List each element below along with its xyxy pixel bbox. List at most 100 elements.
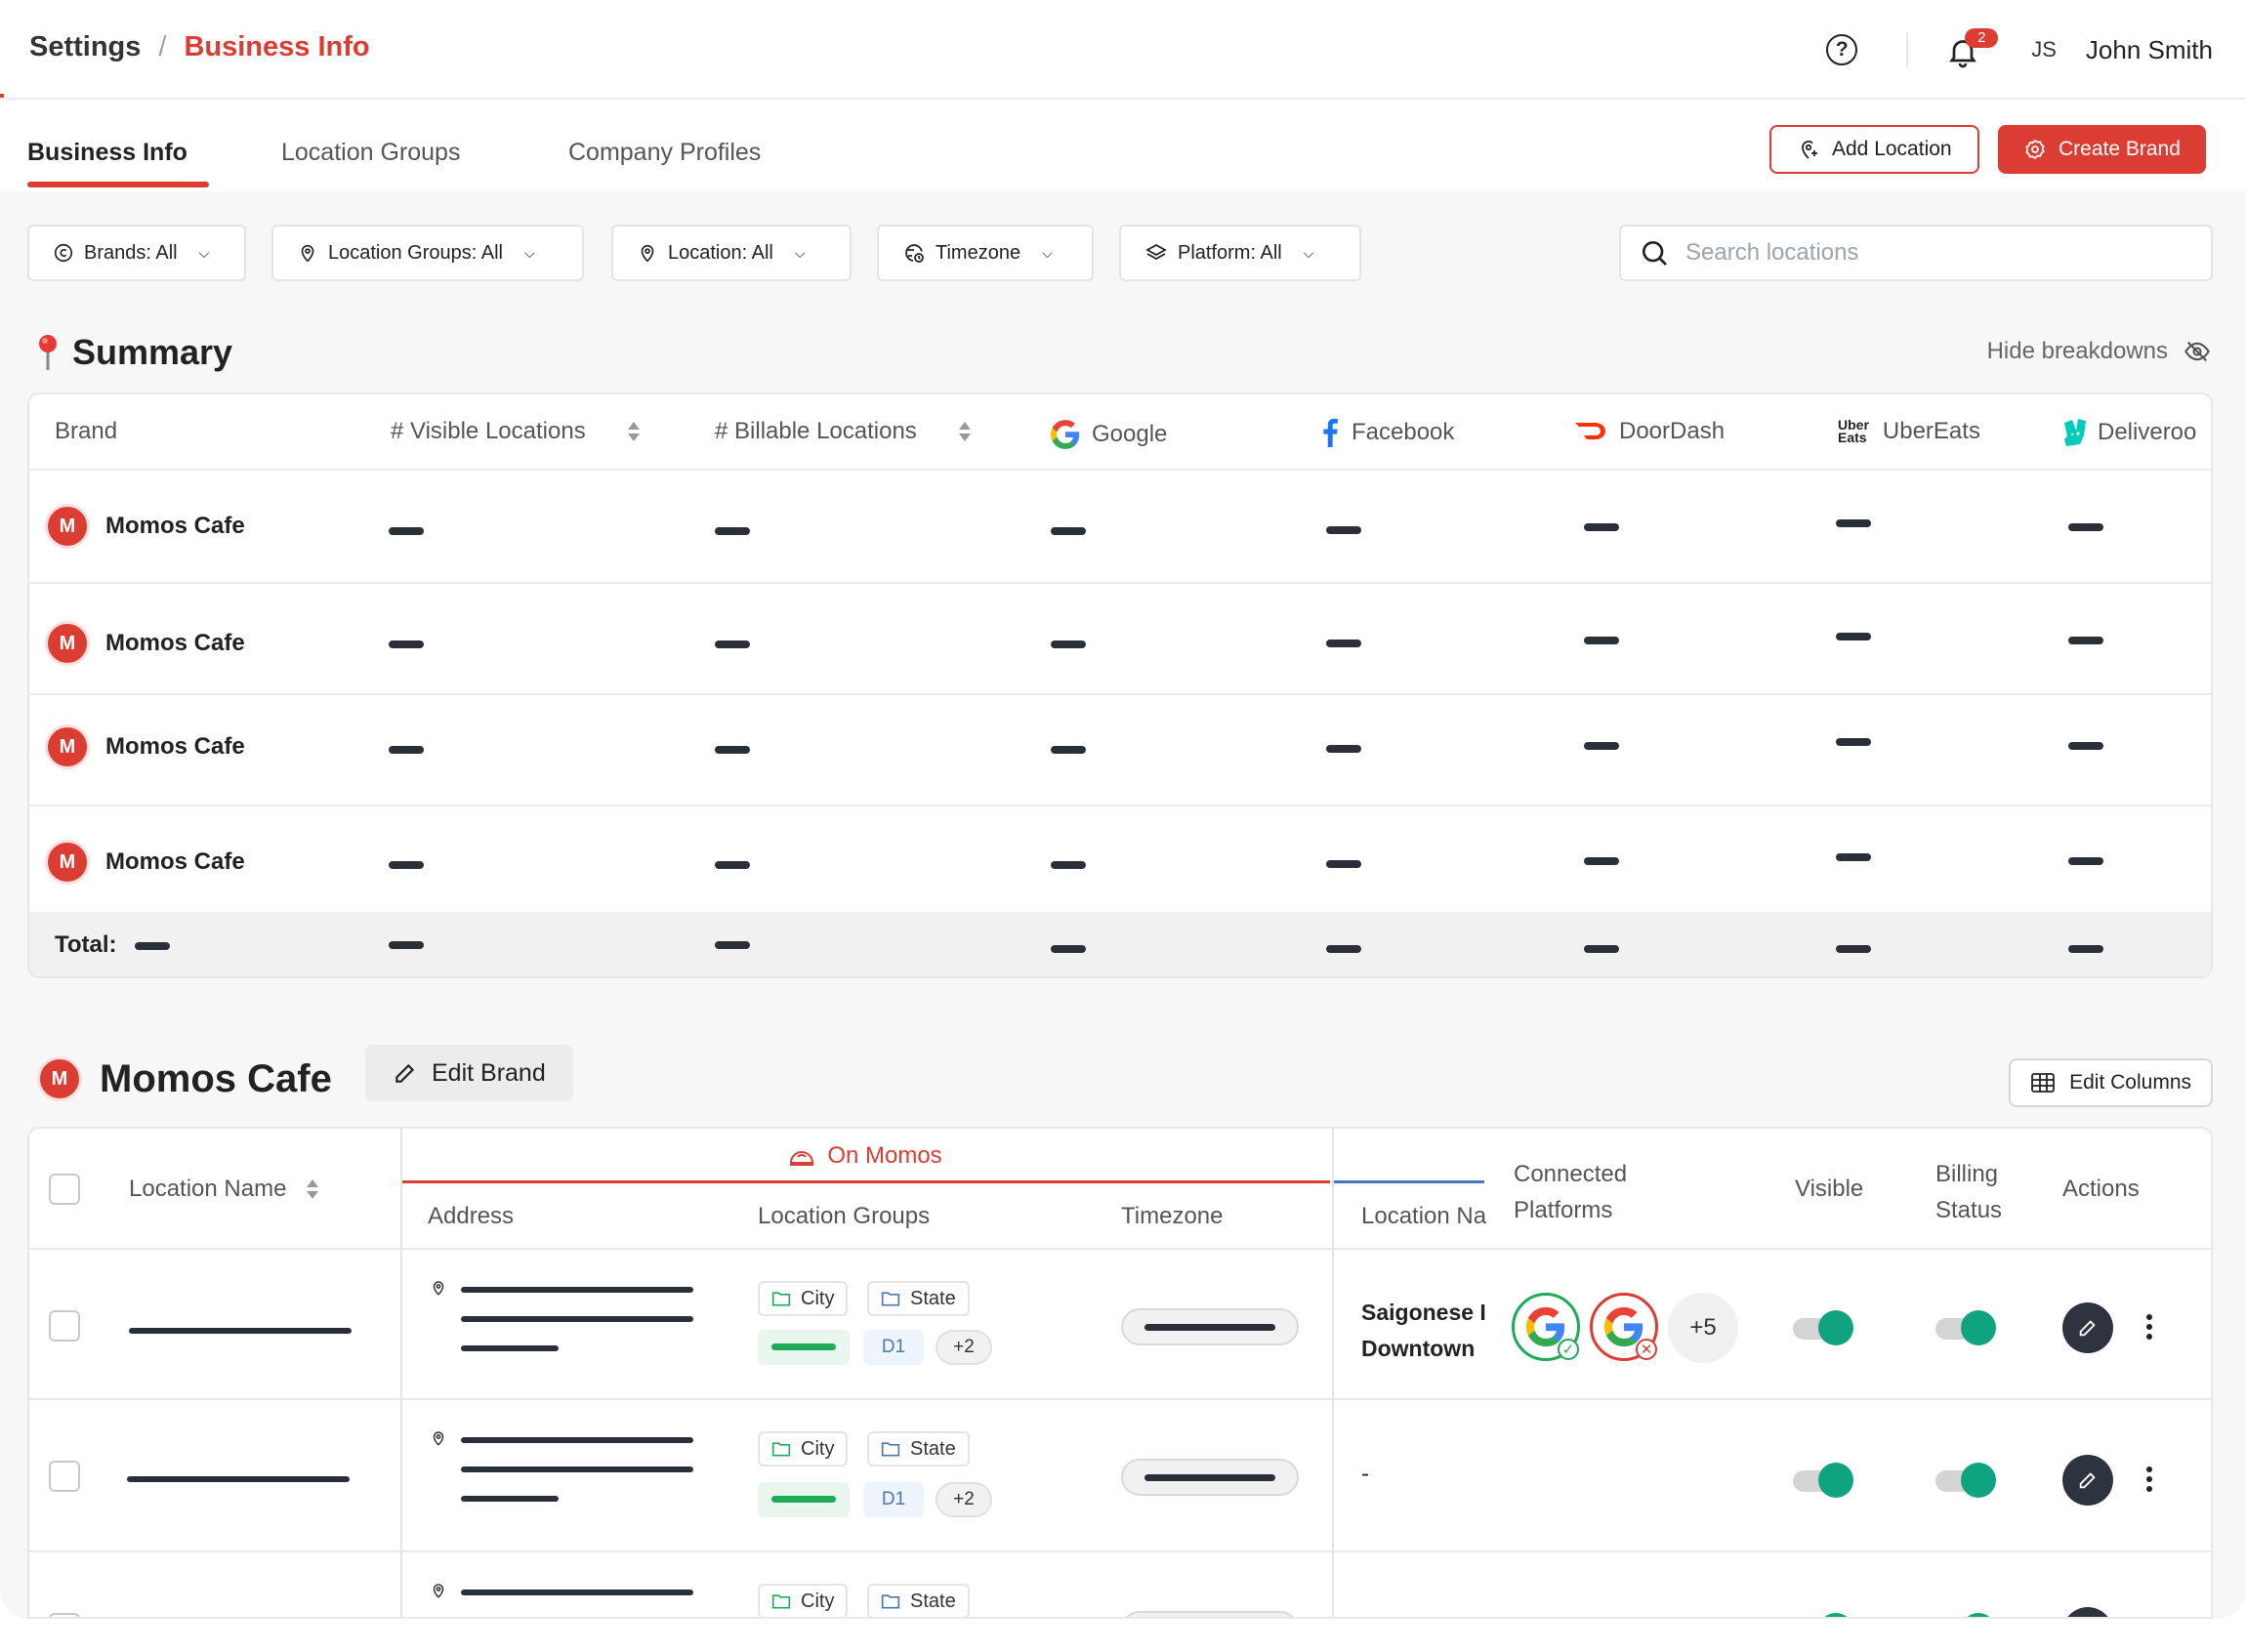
create-brand-button[interactable]: Create Brand — [1998, 125, 2206, 174]
chevron-down-icon: ⌵ — [1042, 244, 1053, 261]
help-icon[interactable]: ? — [1826, 34, 1858, 65]
value-placeholder — [1326, 860, 1361, 868]
value-placeholder — [1584, 945, 1619, 953]
brand-name[interactable]: Momos Cafe — [105, 513, 245, 540]
group-chip-more[interactable]: +2 — [936, 1330, 992, 1365]
breadcrumb-separator: / — [158, 31, 167, 62]
filter-timezone[interactable]: Timezone ⌵ — [877, 225, 1094, 281]
col-location-groups: Location Groups — [758, 1203, 931, 1229]
row-checkbox[interactable] — [49, 1613, 80, 1617]
total-label: Total: — [55, 931, 117, 958]
value-placeholder — [1051, 746, 1086, 754]
sort-icon — [627, 422, 640, 441]
group-chip-label: State — [910, 1437, 956, 1460]
add-location-button[interactable]: Add Location — [1769, 125, 1979, 174]
platform-google-connected[interactable]: ✓ — [1512, 1293, 1580, 1361]
user-name[interactable]: John Smith — [2086, 35, 2213, 65]
col-connected-platforms-line2: Platforms — [1514, 1197, 1613, 1223]
brand-name[interactable]: Momos Cafe — [105, 733, 245, 761]
more-options-icon[interactable] — [2146, 1466, 2152, 1492]
edit-row-button[interactable] — [2062, 1302, 2113, 1353]
chevron-down-icon: ⌵ — [1303, 244, 1314, 261]
ubereats-icon: Uber Eats — [1838, 418, 1869, 444]
search-placeholder: Search locations — [1685, 239, 1859, 266]
row-checkbox[interactable] — [49, 1461, 80, 1492]
col-brand: Brand — [55, 418, 118, 444]
edit-brand-button[interactable]: Edit Brand — [365, 1045, 573, 1101]
filter-brands[interactable]: Brands: All ⌵ — [27, 225, 246, 281]
breadcrumb-current: Business Info — [184, 31, 370, 62]
col-visible-locations[interactable]: # Visible Locations — [391, 418, 643, 445]
hide-breakdowns-label: Hide breakdowns — [1986, 338, 2168, 364]
group-chip-city[interactable]: City — [758, 1584, 849, 1617]
col-connected-platforms-line1: Connected — [1514, 1161, 1628, 1187]
filter-location-groups[interactable]: Location Groups: All ⌵ — [271, 225, 584, 281]
brand-name[interactable]: Momos Cafe — [105, 848, 245, 876]
edit-row-button[interactable] — [2062, 1455, 2113, 1506]
group-chip-state[interactable]: State — [867, 1431, 970, 1466]
brand-name[interactable]: Momos Cafe — [105, 630, 245, 657]
group-chip-d1[interactable]: D1 — [863, 1330, 924, 1365]
tab-location-groups[interactable]: Location Groups — [281, 139, 460, 167]
visible-toggle[interactable] — [1793, 1463, 1853, 1498]
group-chip-d1[interactable]: D1 — [863, 1482, 924, 1517]
row-divider — [29, 1398, 2211, 1400]
platform-google-disconnected[interactable]: ✕ — [1590, 1293, 1658, 1361]
brand-badge-icon — [2025, 139, 2045, 160]
group-chip-city[interactable]: City — [758, 1431, 849, 1466]
sort-icon — [958, 422, 971, 441]
more-options-icon[interactable] — [2146, 1314, 2152, 1340]
visible-toggle[interactable] — [1793, 1310, 1853, 1345]
edit-row-button[interactable] — [2062, 1607, 2113, 1617]
notifications-button[interactable]: 2 — [1945, 28, 1999, 69]
value-placeholder — [1326, 640, 1361, 647]
tab-business-info[interactable]: Business Info — [27, 139, 187, 167]
group-chip-city[interactable]: City — [758, 1281, 849, 1316]
filter-location[interactable]: Location: All ⌵ — [611, 225, 852, 281]
col-billing-status-line1: Billing — [1935, 1161, 1999, 1187]
group-chip-state[interactable]: State — [867, 1281, 970, 1316]
external-location-line1: Saigonese I — [1361, 1300, 1486, 1325]
filter-platform[interactable]: Platform: All ⌵ — [1119, 225, 1361, 281]
edit-brand-label: Edit Brand — [432, 1058, 546, 1087]
col-location-name[interactable]: Location Name — [129, 1176, 321, 1203]
group-chip-green[interactable] — [758, 1330, 850, 1365]
value-placeholder — [1836, 945, 1871, 953]
value-placeholder — [2068, 742, 2103, 750]
value-placeholder — [715, 941, 750, 949]
edit-columns-button[interactable]: Edit Columns — [2009, 1058, 2213, 1107]
select-all-checkbox[interactable] — [49, 1174, 80, 1205]
folder-icon — [881, 1442, 900, 1457]
col-doordash: DoorDash — [1574, 418, 1725, 445]
search-input[interactable]: Search locations — [1619, 225, 2213, 281]
search-icon — [1643, 241, 1667, 266]
col-visible: Visible — [1795, 1176, 1864, 1202]
value-placeholder — [1836, 738, 1871, 746]
x-icon: ✕ — [1636, 1339, 1657, 1360]
group-chip-label: City — [801, 1590, 835, 1612]
group-chip-green[interactable] — [758, 1482, 850, 1517]
user-initials[interactable]: JS — [2031, 37, 2057, 62]
value-placeholder — [1584, 742, 1619, 750]
address-placeholder — [461, 1345, 559, 1351]
copyright-icon — [54, 243, 73, 263]
facebook-icon — [1323, 418, 1338, 447]
group-chip-more[interactable]: +2 — [936, 1482, 992, 1517]
tab-company-profiles[interactable]: Company Profiles — [568, 139, 761, 167]
breadcrumb-settings[interactable]: Settings — [29, 31, 141, 63]
address-placeholder — [461, 1496, 559, 1502]
add-location-icon — [1802, 141, 1817, 159]
brand-cell: M Momos Cafe — [45, 724, 245, 769]
platforms-more[interactable]: +5 — [1668, 1293, 1738, 1363]
col-visible-locations-label: # Visible Locations — [391, 418, 586, 444]
billing-toggle[interactable] — [1935, 1463, 1996, 1498]
address-placeholder — [461, 1466, 693, 1472]
row-checkbox[interactable] — [49, 1310, 80, 1342]
value-placeholder — [2068, 857, 2103, 865]
group-chip-label: State — [910, 1590, 956, 1612]
billing-toggle[interactable] — [1935, 1310, 1996, 1345]
col-billable-locations[interactable]: # Billable Locations — [715, 418, 974, 445]
location-pin-icon — [301, 244, 314, 263]
group-chip-state[interactable]: State — [867, 1584, 970, 1617]
hide-breakdowns-button[interactable]: Hide breakdowns — [1987, 338, 2211, 365]
